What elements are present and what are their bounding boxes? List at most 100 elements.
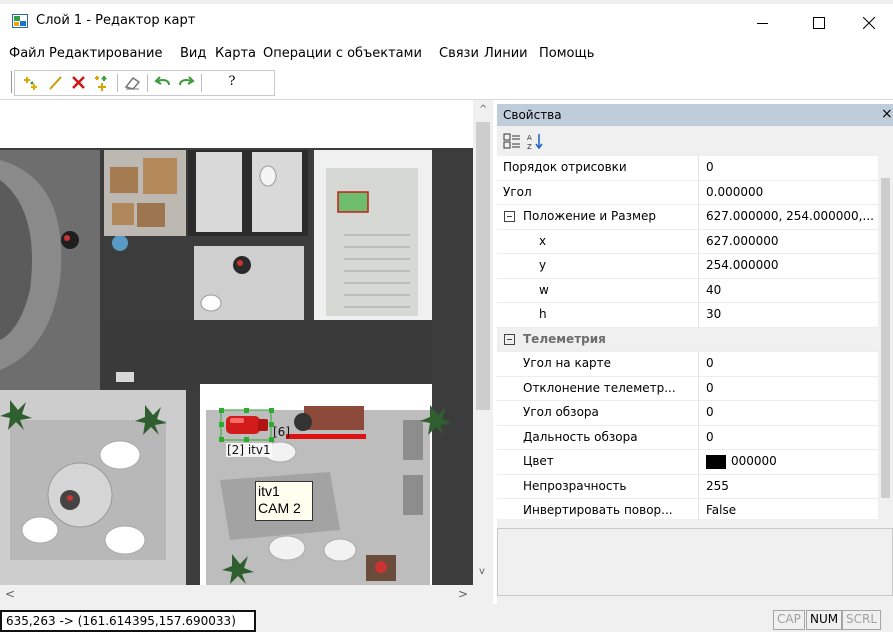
property-value[interactable]: 0 [706, 430, 714, 444]
properties-panel: Свойства × A Z Порядок отрисовки 0 Угол … [497, 104, 893, 604]
scroll-down-arrow[interactable]: v [479, 566, 485, 577]
categorized-icon [503, 133, 520, 149]
eraser-icon [124, 76, 141, 90]
color-swatch[interactable] [706, 455, 726, 469]
property-grid-scrollbar[interactable] [878, 156, 893, 519]
minimize-button[interactable] [740, 8, 786, 38]
property-category[interactable]: Телеметрия [497, 327, 878, 352]
menu-lines[interactable]: Линии [484, 46, 528, 61]
map-vertical-scrollbar[interactable]: ^ v [473, 100, 493, 585]
map-vertical-thumb[interactable] [476, 122, 490, 410]
property-value[interactable]: 000000 [731, 454, 777, 468]
property-row[interactable]: Угол 0.000000 [497, 180, 878, 205]
property-row[interactable]: Угол на карте 0 [497, 352, 878, 377]
menu-map[interactable]: Карта [215, 46, 256, 61]
map-view[interactable]: [6] [2] itv1 itv1 CAM 2 ^ v < > [0, 100, 493, 604]
property-value[interactable]: 40 [706, 283, 721, 297]
eraser-button[interactable] [123, 73, 143, 93]
select-objects-button[interactable] [92, 73, 112, 93]
toolbar-grip[interactable] [11, 71, 12, 93]
property-name: Отклонение телеметр... [523, 380, 676, 395]
categorized-button[interactable] [503, 132, 521, 150]
properties-toolbar: A Z [497, 126, 893, 156]
draw-line-button[interactable] [46, 73, 66, 93]
scroll-left-arrow[interactable]: < [5, 587, 15, 601]
property-name: Положение и Размер [523, 209, 657, 223]
property-row[interactable]: Дальность обзора 0 [497, 425, 878, 450]
property-row[interactable]: Положение и Размер 627.000000, 254.00000… [497, 205, 878, 230]
tooltip-line-2: CAM 2 [258, 500, 301, 516]
object-label[interactable]: [2] itv1 [226, 443, 272, 457]
property-row[interactable]: Непрозрачность 255 [497, 474, 878, 499]
maximize-button[interactable] [796, 8, 842, 38]
property-value[interactable]: 0.000000 [706, 185, 763, 199]
property-value[interactable]: 0 [706, 405, 714, 419]
property-name: Дальность обзора [523, 429, 638, 444]
property-value[interactable]: 627.000000 [706, 234, 779, 248]
property-name: Цвет [523, 454, 554, 468]
menu-help[interactable]: Помощь [539, 46, 594, 61]
grid-scroll-thumb[interactable] [881, 178, 890, 498]
undo-icon [154, 76, 170, 86]
property-value[interactable]: False [706, 503, 736, 517]
scroll-right-arrow[interactable]: > [458, 587, 468, 601]
scroll-corner [473, 585, 493, 604]
sort-alphabetical-button[interactable]: A Z [526, 132, 544, 151]
properties-close-icon[interactable]: × [881, 106, 893, 122]
add-objects-icon [24, 77, 37, 90]
menu-view[interactable]: Вид [180, 46, 206, 61]
add-objects-button[interactable] [22, 73, 42, 93]
redo-icon [179, 76, 195, 86]
toolbar-separator [147, 74, 148, 92]
help-icon: ? [228, 74, 236, 89]
property-grid[interactable]: Порядок отрисовки 0 Угол 0.000000 Положе… [497, 156, 878, 519]
property-value[interactable]: 255 [706, 479, 729, 493]
close-button[interactable] [846, 8, 892, 38]
draw-line-icon [49, 76, 62, 90]
property-row[interactable]: Отклонение телеметр... 0 [497, 376, 878, 401]
scrl-indicator: SCRL [842, 610, 882, 630]
property-row[interactable]: Цвет 000000 [497, 450, 878, 475]
toolbar-separator [201, 74, 202, 92]
property-row[interactable]: w 40 [497, 278, 878, 303]
undo-button[interactable] [153, 73, 173, 93]
object-tooltip: itv1 CAM 2 [255, 481, 313, 521]
property-name: Инвертировать повор... [523, 503, 673, 517]
title-bar: Слой 1 - Редактор карт [0, 4, 893, 40]
property-value[interactable]: 0 [706, 356, 714, 370]
property-row[interactable]: Угол обзора 0 [497, 401, 878, 426]
property-value[interactable]: 254.000000 [706, 258, 779, 272]
property-row[interactable]: x 627.000000 [497, 229, 878, 254]
delete-button[interactable] [69, 73, 89, 93]
property-description [497, 528, 893, 596]
properties-header: Свойства × [497, 104, 893, 126]
menu-object-operations[interactable]: Операции с объектами [263, 46, 422, 61]
property-value[interactable]: 0 [706, 160, 714, 174]
svg-text:A: A [527, 134, 532, 142]
property-row[interactable]: Порядок отрисовки 0 [497, 156, 878, 181]
tooltip-line-1: itv1 [258, 483, 280, 499]
property-name: w [539, 282, 549, 297]
redo-button[interactable] [176, 73, 196, 93]
menu-edit[interactable]: Редактирование [49, 46, 162, 61]
collapse-icon[interactable] [504, 211, 515, 222]
property-value[interactable]: 0 [706, 381, 714, 395]
menu-links[interactable]: Связи [439, 46, 479, 61]
property-name: Угол обзора [523, 405, 599, 419]
map-canvas[interactable]: [6] [2] itv1 itv1 CAM 2 [0, 100, 473, 585]
property-value[interactable]: 627.000000, 254.000000,... [706, 209, 874, 223]
property-row[interactable]: h 30 [497, 303, 878, 328]
map-horizontal-scrollbar[interactable]: < > [0, 585, 473, 604]
property-name: Порядок отрисовки [503, 160, 627, 174]
collapse-icon[interactable] [504, 333, 515, 345]
property-value[interactable]: 30 [706, 307, 721, 321]
property-row[interactable]: y 254.000000 [497, 254, 878, 279]
property-name: Угол [503, 184, 532, 199]
menu-file[interactable]: Файл [9, 46, 45, 61]
scroll-up-arrow[interactable]: ^ [479, 104, 487, 115]
property-name: y [539, 258, 547, 272]
help-button[interactable]: ? [222, 73, 242, 93]
floor-plan [0, 100, 473, 585]
select-objects-icon [95, 76, 107, 91]
property-row[interactable]: Инвертировать повор... False [497, 499, 878, 519]
